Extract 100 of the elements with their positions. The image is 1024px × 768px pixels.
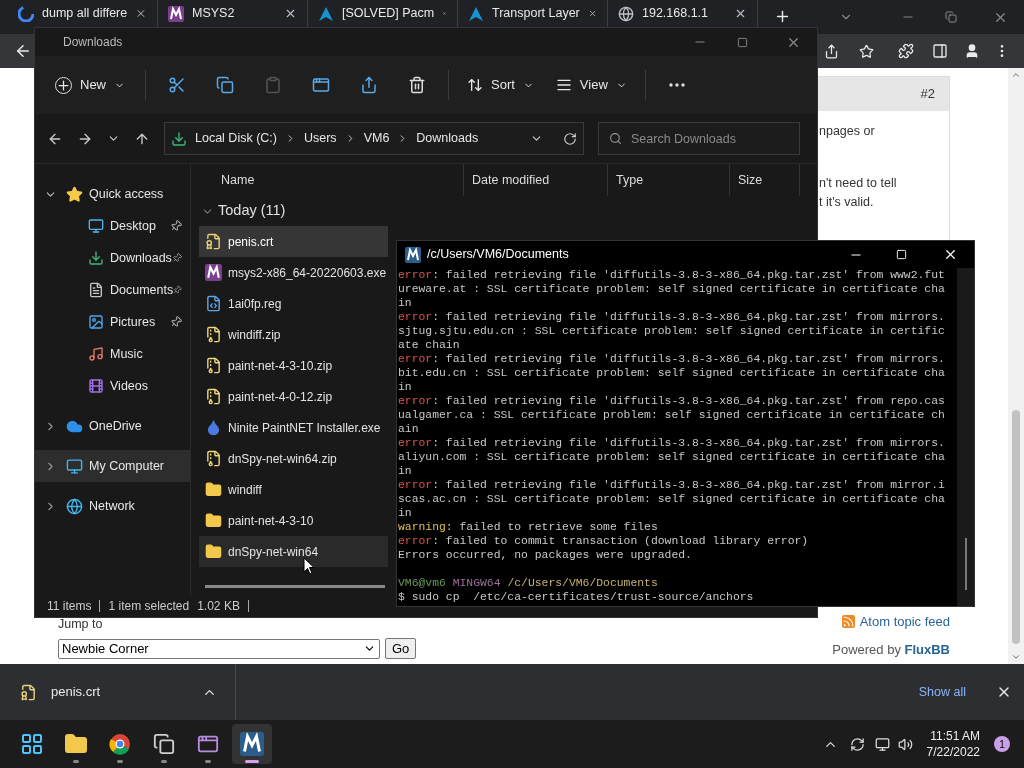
file-row[interactable]: paint-net-4-3-10 — [199, 505, 388, 536]
terminal-line: sjtug.sjtu.edu.cn : SSL certificate problem: self signed certificate in certific — [398, 324, 946, 338]
powered-by-text: Powered by FluxBB — [832, 640, 950, 659]
computer-icon — [66, 457, 83, 475]
triangle-icon — [318, 5, 334, 22]
show-all-link[interactable]: Show all — [918, 682, 966, 702]
column-header[interactable]: Date modified — [464, 164, 608, 196]
file-row[interactable]: paint-net-4-0-12.zip — [199, 381, 388, 412]
scrollbar-thumb[interactable] — [1012, 410, 1020, 644]
terminal-line: in — [398, 506, 413, 520]
document-icon — [88, 282, 104, 298]
search-field[interactable]: Search Downloads — [598, 122, 800, 155]
sort-button[interactable]: Sort — [463, 68, 538, 102]
view-button[interactable]: View — [551, 68, 631, 102]
zip-folder-icon — [205, 357, 222, 374]
terminal-line: Errors occurred, no packages were upgraded. — [398, 548, 693, 562]
trash-icon — [408, 76, 426, 94]
nav-item[interactable]: Pictures — [35, 306, 190, 338]
forum-select[interactable]: Newbie Corner — [58, 638, 380, 659]
taskbar-app[interactable] — [232, 724, 272, 764]
file-name: windiff — [228, 481, 262, 499]
terminal-line: ain — [398, 422, 420, 436]
scrollbar-thumb[interactable] — [964, 538, 967, 590]
file-name: paint-net-4-0-12.zip — [228, 388, 333, 406]
column-header[interactable]: Type — [608, 164, 730, 196]
windows-stack-icon — [153, 733, 175, 755]
new-tab-icon[interactable] — [774, 8, 791, 25]
download-file-name[interactable]: penis.crt — [51, 682, 188, 702]
close-icon[interactable] — [284, 7, 297, 20]
folder-icon — [64, 732, 88, 756]
extensions-icon[interactable] — [898, 43, 914, 59]
sync-icon[interactable] — [849, 736, 865, 752]
clock-time: 11:51 AM — [930, 728, 980, 744]
file-row[interactable]: dnSpy-net-win64.zip — [199, 443, 388, 474]
file-row[interactable]: windiff.zip — [199, 319, 388, 350]
nav-item[interactable]: Documents — [35, 274, 190, 306]
back-icon[interactable] — [14, 42, 32, 60]
file-name: paint-net-4-3-10 — [228, 512, 314, 530]
view-icon — [555, 77, 572, 93]
notification-badge[interactable]: 1 — [994, 736, 1010, 752]
column-header[interactable]: Size — [730, 164, 800, 196]
breadcrumb[interactable]: Downloads — [416, 129, 479, 148]
item-count: 11 items — [47, 598, 92, 615]
tab-title: MSYS2 — [192, 5, 236, 23]
nav-label: Quick access — [89, 185, 165, 203]
group-header[interactable]: Today (11) — [199, 196, 809, 226]
nav-item[interactable]: OneDrive — [35, 410, 190, 442]
file-row[interactable]: penis.crt — [199, 226, 388, 257]
share-icon[interactable] — [824, 43, 839, 59]
new-button[interactable]: New — [49, 68, 131, 102]
breadcrumb[interactable]: Local Disk (C:) — [195, 129, 277, 148]
column-header[interactable]: Name — [199, 164, 464, 196]
address-bar[interactable]: Local Disk (C:) Users VM6 Downloads — [164, 122, 584, 155]
profile-icon[interactable] — [964, 43, 980, 59]
registry-file-icon — [205, 295, 222, 312]
file-row[interactable]: dnSpy-net-win64 — [199, 536, 388, 567]
nav-item[interactable]: Quick access — [35, 178, 190, 210]
file-row[interactable]: 1ai0fp.reg — [199, 288, 388, 319]
post-text: t it's valid. — [819, 194, 875, 211]
file-row[interactable]: Ninite PaintNET Installer.exe — [199, 412, 388, 443]
breadcrumb[interactable]: Users — [303, 129, 337, 148]
file-row[interactable]: msys2-x86_64-20220603.exe — [199, 257, 388, 288]
scroll-up-icon[interactable] — [1011, 70, 1021, 80]
tab-title: Transport Layer — [492, 5, 580, 23]
restore-icon[interactable] — [945, 11, 957, 23]
feed-link[interactable]: Atom topic feed — [859, 612, 950, 632]
file-name: Ninite PaintNET Installer.exe — [228, 419, 381, 437]
network-icon[interactable] — [874, 736, 890, 752]
more-icon — [668, 83, 685, 87]
terminal-line: in — [398, 380, 413, 394]
nav-item[interactable]: Desktop — [35, 210, 190, 242]
music-icon — [88, 346, 104, 362]
scroll-down-icon[interactable] — [1011, 652, 1021, 662]
breadcrumb[interactable]: VM6 — [363, 129, 390, 148]
nav-item[interactable]: My Computer — [35, 450, 190, 482]
bookmark-icon[interactable] — [859, 43, 874, 59]
terminal-line: error: failed retrieving file 'diffutils-3.8-3-x86_64.pkg.tar.zst' from www2.fut — [398, 268, 946, 282]
post-text: npages or — [819, 123, 876, 140]
close-icon[interactable] — [734, 7, 747, 20]
nav-item[interactable]: Downloads — [35, 242, 190, 274]
nav-item[interactable]: Music — [35, 338, 190, 370]
side-panel-icon[interactable] — [932, 43, 948, 59]
nav-item[interactable]: Network — [35, 490, 190, 522]
globe-icon — [618, 5, 634, 22]
msys-icon — [168, 5, 184, 22]
desktop-icon — [88, 218, 104, 234]
go-button[interactable]: Go — [385, 638, 417, 659]
file-name: 1ai0fp.reg — [228, 295, 282, 313]
terminal-line: scas.ac.cn : SSL certificate problem: self signed certificate in certificate cha — [398, 492, 946, 506]
close-icon[interactable] — [943, 247, 958, 262]
cursor-icon — [303, 557, 315, 575]
star-icon — [66, 185, 83, 203]
file-row[interactable]: windiff — [199, 474, 388, 505]
jump-label: Jump to — [58, 616, 104, 634]
clock-date: 7/22/2022 — [926, 744, 980, 760]
volume-icon[interactable] — [897, 736, 913, 752]
file-row[interactable]: paint-net-4-3-10.zip — [199, 350, 388, 381]
folder-icon — [205, 543, 222, 560]
nav-label: Music — [110, 345, 144, 363]
nav-item[interactable]: Videos — [35, 370, 190, 402]
